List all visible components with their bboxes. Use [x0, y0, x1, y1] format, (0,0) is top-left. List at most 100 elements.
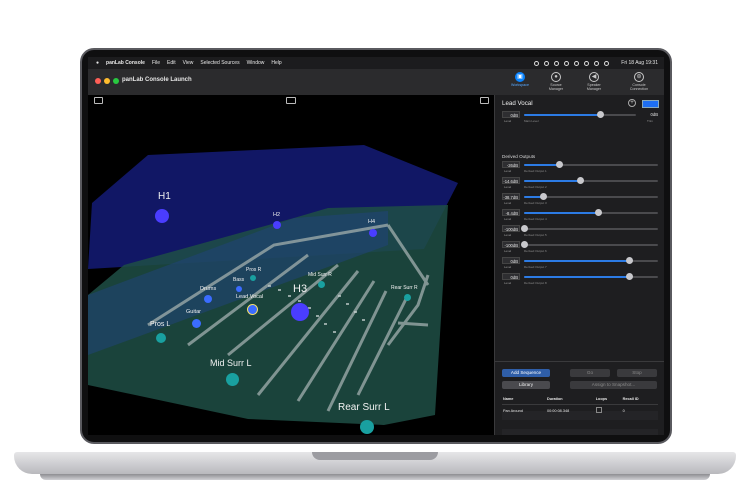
- derived-output-slider[interactable]: [524, 161, 658, 168]
- laptop-notch: [312, 452, 438, 460]
- library-button[interactable]: Library: [502, 381, 550, 389]
- derived-output-slider[interactable]: [524, 209, 658, 216]
- dropbox-icon[interactable]: [534, 60, 540, 66]
- slider-knob[interactable]: [555, 161, 563, 168]
- slider-fill: [524, 180, 581, 182]
- screen: ● panLab Console File Edit View Selected…: [88, 57, 664, 435]
- speaker-sphere[interactable]: [226, 373, 239, 386]
- col-recall-header[interactable]: Recall ID: [621, 393, 658, 405]
- toolbar-workspace[interactable]: ▣ Workspace: [508, 72, 532, 87]
- derived-output-slider[interactable]: [521, 241, 658, 248]
- derived-output-slider[interactable]: [521, 225, 658, 232]
- speaker-label: Mid Surr R: [308, 272, 332, 278]
- wifi-icon[interactable]: [584, 60, 590, 66]
- derived-level-field[interactable]: 0dB: [502, 273, 520, 280]
- trim-sub-label: Trim: [647, 119, 653, 123]
- speaker-label: Rear Surr R: [391, 285, 418, 291]
- col-loops-header[interactable]: Loops: [594, 393, 622, 405]
- slider-knob[interactable]: [539, 193, 547, 200]
- slider-knob[interactable]: [597, 111, 605, 118]
- record-icon[interactable]: [554, 60, 560, 66]
- assign-to-snapshot-button[interactable]: Assign to Snapshot...: [570, 381, 657, 389]
- toolbar-console-connection[interactable]: ⊛ Console Connection: [624, 72, 654, 91]
- toolbar-source-manager[interactable]: ● Source Manager: [544, 72, 568, 91]
- zoom-button[interactable]: [113, 78, 119, 84]
- main-level-slider[interactable]: [524, 111, 636, 118]
- derived-output-slider[interactable]: [524, 193, 658, 200]
- menu-file[interactable]: File: [152, 60, 160, 66]
- slider-knob[interactable]: [594, 209, 602, 216]
- derived-sub-label: Level: [504, 169, 512, 173]
- trim-value[interactable]: 0dB: [640, 111, 658, 118]
- workspace-3d-view[interactable]: H1 H2 H3 H4 Pros R Mid Surr R Rear Surr …: [88, 95, 494, 435]
- derived-level-field[interactable]: -100dB: [502, 225, 520, 232]
- slider-knob[interactable]: [625, 257, 633, 264]
- derived-output-slider[interactable]: [524, 257, 658, 264]
- checkbox-icon: [595, 407, 602, 413]
- level-value-field[interactable]: 0dB: [502, 111, 520, 118]
- slider-knob[interactable]: [521, 241, 528, 248]
- derived-output-name: Derived Output 8: [524, 281, 547, 285]
- toolbar-speaker-manager[interactable]: ◀ Speaker Manager: [582, 72, 606, 91]
- source-color-swatch[interactable]: [642, 100, 659, 108]
- search-icon[interactable]: [594, 60, 600, 66]
- apple-icon[interactable]: ●: [96, 60, 99, 66]
- control-center-icon[interactable]: [604, 60, 610, 66]
- source-label: Bass: [233, 277, 245, 283]
- speaker-sphere[interactable]: [404, 294, 411, 301]
- go-button[interactable]: Go: [570, 369, 610, 377]
- bluetooth-icon[interactable]: [564, 60, 570, 66]
- menu-view[interactable]: View: [183, 60, 194, 66]
- speaker-sphere[interactable]: [291, 303, 309, 321]
- speaker-sphere[interactable]: [360, 420, 374, 434]
- menu-window[interactable]: Window: [247, 60, 265, 66]
- derived-output-name: Derived Output 2: [524, 185, 547, 189]
- derived-sub-label: Level: [504, 249, 512, 253]
- source-sphere[interactable]: [204, 295, 212, 303]
- derived-level-field[interactable]: -14.6dB: [502, 177, 520, 184]
- derived-level-field[interactable]: 0dB: [502, 257, 520, 264]
- menu-clock[interactable]: Fri 18 Aug 19:31: [621, 60, 658, 66]
- sequence-name: Pan Around: [503, 408, 523, 413]
- slider-knob[interactable]: [625, 273, 633, 280]
- speaker-sphere[interactable]: [155, 209, 169, 223]
- source-sphere-selected[interactable]: [247, 304, 258, 315]
- stop-button[interactable]: Stop: [617, 369, 657, 377]
- menu-app-name[interactable]: panLab Console: [106, 60, 145, 66]
- derived-output-row: 0dB Level Derived Output 7: [502, 257, 658, 273]
- derived-output-row: -14.6dB Level Derived Output 2: [502, 177, 658, 193]
- slider-knob[interactable]: [521, 225, 528, 232]
- col-name-header[interactable]: Name: [502, 393, 547, 405]
- derived-outputs-title: Derived Outputs: [502, 154, 536, 159]
- col-duration-header[interactable]: Duration: [546, 393, 595, 405]
- add-icon[interactable]: +: [628, 99, 636, 107]
- slider-fill: [524, 114, 601, 116]
- derived-level-field[interactable]: -26dB: [502, 161, 520, 168]
- menu-edit[interactable]: Edit: [167, 60, 176, 66]
- derived-level-field[interactable]: -8.4dB: [502, 209, 520, 216]
- add-sequence-button[interactable]: Add Sequence: [502, 369, 550, 377]
- derived-output-row: -100dB Level Derived Output 6: [502, 241, 658, 257]
- speaker-label: H3: [293, 283, 308, 295]
- status-icon[interactable]: [544, 60, 550, 66]
- source-sphere[interactable]: [236, 286, 242, 292]
- table-row[interactable]: Pan Around 00:00:08.348 0: [502, 405, 658, 417]
- speaker-sphere[interactable]: [273, 221, 281, 229]
- loops-checkbox[interactable]: [595, 405, 622, 417]
- close-button[interactable]: [95, 78, 101, 84]
- slider-knob[interactable]: [577, 177, 585, 184]
- menu-help[interactable]: Help: [271, 60, 281, 66]
- speaker-sphere[interactable]: [369, 229, 377, 237]
- clock-icon[interactable]: [574, 60, 580, 66]
- derived-output-slider[interactable]: [524, 177, 658, 184]
- source-sphere[interactable]: [192, 319, 201, 328]
- speaker-sphere[interactable]: [318, 281, 325, 288]
- derived-level-field[interactable]: -100dB: [502, 241, 520, 248]
- speaker-sphere[interactable]: [156, 333, 166, 343]
- minimize-button[interactable]: [104, 78, 110, 84]
- derived-output-slider[interactable]: [524, 273, 658, 280]
- menu-selected-sources[interactable]: Selected Sources: [200, 60, 239, 66]
- speaker-sphere[interactable]: [250, 275, 256, 281]
- derived-sub-label: Level: [504, 233, 512, 237]
- derived-level-field[interactable]: -38.7dB: [502, 193, 520, 200]
